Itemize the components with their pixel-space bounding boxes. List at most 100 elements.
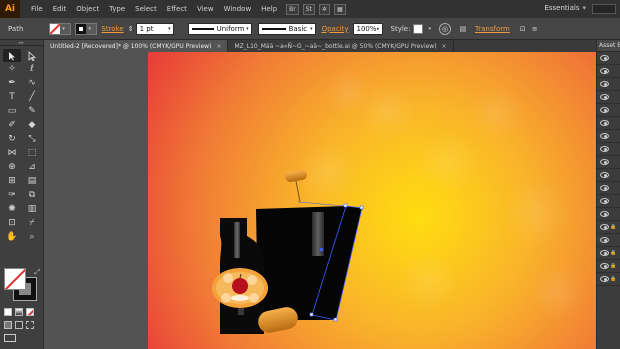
magic-wand-tool-icon[interactable]: ✧: [3, 63, 21, 76]
close-icon[interactable]: ×: [216, 43, 221, 50]
eye-icon[interactable]: [600, 133, 609, 139]
opacity-link[interactable]: Opacity: [322, 25, 349, 33]
shaper-tool-icon[interactable]: ✐: [3, 119, 21, 132]
stock-icon[interactable]: St: [302, 3, 315, 15]
recolor-artwork-icon[interactable]: ◎: [438, 22, 451, 35]
eye-icon[interactable]: [600, 81, 609, 87]
layer-row[interactable]: [597, 169, 620, 182]
eyedropper-tool-icon[interactable]: ✑: [3, 189, 21, 202]
draw-inside-icon[interactable]: [26, 321, 34, 329]
lock-icon[interactable]: 🔒: [610, 263, 616, 269]
menu-edit[interactable]: Edit: [48, 5, 72, 13]
stroke-weight-field[interactable]: 1 pt ▾: [135, 22, 174, 35]
slice-tool-icon[interactable]: ⌿: [23, 217, 41, 230]
rotate-tool-icon[interactable]: ↻: [3, 133, 21, 146]
layer-row[interactable]: [597, 78, 620, 91]
layer-row[interactable]: 🔒: [597, 260, 620, 273]
line-segment-tool-icon[interactable]: ╱: [23, 91, 41, 104]
stroke-panel-link[interactable]: Stroke: [101, 25, 123, 33]
shape-builder-tool-icon[interactable]: ⊕: [3, 161, 21, 174]
close-icon[interactable]: ×: [442, 43, 447, 50]
gradient-mode-icon[interactable]: [15, 308, 23, 316]
eye-icon[interactable]: [600, 120, 609, 126]
eye-icon[interactable]: [600, 185, 609, 191]
direct-selection-tool-icon[interactable]: [23, 49, 41, 62]
artboard-tool-icon[interactable]: ⊡: [3, 217, 21, 230]
eye-icon[interactable]: [600, 68, 609, 74]
layer-row[interactable]: [597, 182, 620, 195]
selection-tool-icon[interactable]: [3, 49, 21, 62]
menu-type[interactable]: Type: [104, 5, 130, 13]
screen-mode-icon[interactable]: [4, 334, 16, 342]
menu-effect[interactable]: Effect: [162, 5, 192, 13]
bridge-icon[interactable]: Br: [286, 3, 299, 15]
eye-icon[interactable]: [600, 146, 609, 152]
brush-definition-dropdown[interactable]: Basic ▾: [257, 22, 316, 35]
column-graph-tool-icon[interactable]: ▥: [23, 203, 41, 216]
eye-icon[interactable]: [600, 276, 609, 282]
hand-tool-icon[interactable]: ✋: [3, 231, 21, 244]
arrange-documents-icon[interactable]: ▦: [333, 3, 346, 15]
lock-icon[interactable]: 🔒: [610, 224, 616, 230]
eye-icon[interactable]: [600, 107, 609, 113]
gradient-tool-icon[interactable]: ▤: [23, 175, 41, 188]
eye-icon[interactable]: [600, 237, 609, 243]
layer-row[interactable]: [597, 234, 620, 247]
eye-icon[interactable]: [600, 159, 609, 165]
fill-color-button[interactable]: ▾: [49, 22, 72, 35]
menu-select[interactable]: Select: [130, 5, 162, 13]
layer-row[interactable]: [597, 104, 620, 117]
eye-icon[interactable]: [600, 224, 609, 230]
zoom-tool-icon[interactable]: ⌕: [23, 231, 41, 244]
eye-icon[interactable]: [600, 94, 609, 100]
layer-row[interactable]: [597, 208, 620, 221]
pen-tool-icon[interactable]: ✒: [3, 77, 21, 90]
width-tool-icon[interactable]: ⋈: [3, 147, 21, 160]
color-mode-icon[interactable]: [4, 308, 12, 316]
stroke-weight-stepper-icon[interactable]: ⇕: [128, 25, 134, 33]
layer-row[interactable]: [597, 91, 620, 104]
eye-icon[interactable]: [600, 172, 609, 178]
layer-row[interactable]: [597, 195, 620, 208]
tab-bottle[interactable]: MZ_L10_Mää ~a«Ñ~G_~aä~_bottle.ai @ 50% (…: [228, 40, 454, 52]
eye-icon[interactable]: [600, 55, 609, 61]
eye-icon[interactable]: [600, 250, 609, 256]
panel-menu-icon[interactable]: ≡: [532, 25, 538, 33]
menu-help[interactable]: Help: [256, 5, 282, 13]
artboard[interactable]: [148, 52, 596, 349]
isolate-icon[interactable]: ⊡: [520, 25, 526, 33]
transform-link[interactable]: Transform: [475, 25, 510, 33]
paintbrush-tool-icon[interactable]: ✎: [23, 105, 41, 118]
symbol-sprayer-tool-icon[interactable]: ✺: [3, 203, 21, 216]
lock-icon[interactable]: 🔒: [610, 276, 616, 282]
scale-tool-icon[interactable]: ⤡: [23, 133, 41, 146]
eye-icon[interactable]: [600, 211, 609, 217]
mesh-tool-icon[interactable]: ⊞: [3, 175, 21, 188]
chevron-down-icon[interactable]: ▾: [428, 26, 431, 32]
blend-tool-icon[interactable]: ⧉: [23, 189, 41, 202]
draw-behind-icon[interactable]: [15, 321, 23, 329]
curvature-tool-icon[interactable]: ∿: [23, 77, 41, 90]
asset-export-tab[interactable]: Asset E: [597, 40, 620, 52]
canvas-area[interactable]: [44, 52, 596, 349]
layer-row[interactable]: [597, 117, 620, 130]
layer-row[interactable]: [597, 156, 620, 169]
layer-row[interactable]: 🔒: [597, 247, 620, 260]
layer-row[interactable]: [597, 143, 620, 156]
opacity-field[interactable]: 100% ▸: [352, 22, 383, 35]
stroke-color-button[interactable]: ▾: [75, 22, 98, 35]
perspective-grid-tool-icon[interactable]: ⊿: [23, 161, 41, 174]
none-mode-icon[interactable]: [26, 308, 34, 316]
lasso-tool-icon[interactable]: ℓ: [23, 63, 41, 76]
gpu-performance-icon[interactable]: ✲: [318, 3, 330, 15]
type-tool-icon[interactable]: T: [3, 91, 21, 104]
variable-width-profile-dropdown[interactable]: Uniform ▾: [187, 22, 252, 35]
layer-row[interactable]: [597, 130, 620, 143]
align-icon[interactable]: ▤: [457, 23, 469, 35]
fill-swatch[interactable]: [4, 268, 26, 290]
graphic-style-swatch[interactable]: [413, 23, 424, 34]
layer-row[interactable]: [597, 52, 620, 65]
eraser-tool-icon[interactable]: ◆: [23, 119, 41, 132]
rectangle-tool-icon[interactable]: ▭: [3, 105, 21, 118]
search-input[interactable]: [592, 4, 616, 14]
